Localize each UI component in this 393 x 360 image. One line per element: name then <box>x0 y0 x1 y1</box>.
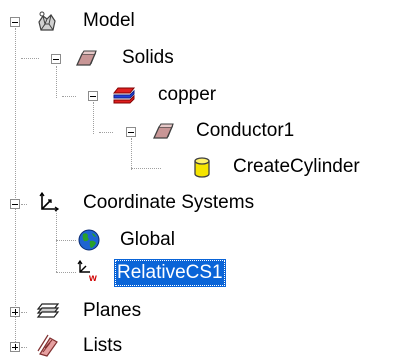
svg-text:w: w <box>88 273 97 282</box>
tree-item-model[interactable]: Model <box>80 7 138 35</box>
planes-icon <box>36 299 60 321</box>
model-collapse-toggle[interactable] <box>10 17 20 27</box>
lists-icon <box>36 334 58 357</box>
tree-connector <box>56 66 57 98</box>
tree-connector <box>93 102 94 134</box>
coordinate-systems-collapse-toggle[interactable] <box>10 199 20 209</box>
tree-connector <box>21 204 27 205</box>
axes-icon <box>36 190 60 212</box>
tree-item-solids[interactable]: Solids <box>119 44 177 72</box>
project-tree: Model Solids copper Conductor1 CreateCyl… <box>0 0 393 360</box>
tree-connector <box>56 240 76 241</box>
tree-item-coordinate-systems[interactable]: Coordinate Systems <box>80 189 257 217</box>
planes-expand-toggle[interactable] <box>10 307 20 317</box>
tree-connector <box>56 272 76 273</box>
tree-item-create-cylinder[interactable]: CreateCylinder <box>230 153 363 181</box>
conductor1-collapse-toggle[interactable] <box>126 127 136 137</box>
tree-connector <box>21 58 39 59</box>
tree-item-relative-cs1[interactable]: RelativeCS1 <box>114 259 226 287</box>
solid-object-icon <box>151 119 174 141</box>
lists-expand-toggle[interactable] <box>10 342 20 352</box>
tree-connector <box>131 138 132 170</box>
tree-connector <box>99 132 113 133</box>
solids-icon <box>74 46 97 68</box>
globe-icon <box>77 228 100 251</box>
relative-cs-icon: w <box>76 258 98 284</box>
copper-collapse-toggle[interactable] <box>88 91 98 101</box>
tree-item-global[interactable]: Global <box>117 226 178 254</box>
tree-connector <box>131 168 161 169</box>
material-icon <box>112 83 136 105</box>
tree-connector <box>15 28 16 350</box>
tree-item-planes[interactable]: Planes <box>80 297 144 325</box>
tree-item-copper[interactable]: copper <box>155 81 219 109</box>
model-icon <box>35 10 57 32</box>
tree-connector <box>21 312 27 313</box>
tree-connector <box>56 210 57 272</box>
tree-item-conductor1[interactable]: Conductor1 <box>193 117 297 145</box>
tree-connector <box>62 96 76 97</box>
solids-collapse-toggle[interactable] <box>51 54 61 64</box>
tree-item-lists[interactable]: Lists <box>80 332 125 360</box>
cylinder-icon <box>190 155 212 178</box>
tree-connector <box>21 347 27 348</box>
